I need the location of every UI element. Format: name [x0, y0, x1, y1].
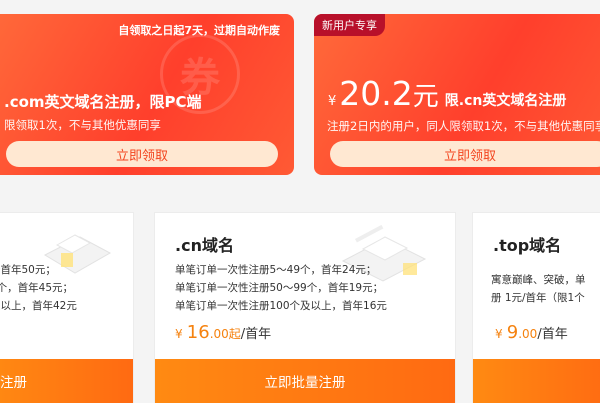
domain-card-cn: .cn域名 单笔订单一次性注册5～49个，首年24元； 单笔订单一次性注册50～… — [155, 213, 455, 403]
price-main: 16 — [186, 322, 210, 343]
coupon-cn: 新用户专享 ¥20.2元 限.cn英文域名注册 注册2日内的用户，同人限领取1次，… — [314, 14, 600, 175]
rule-line: 册 1元/首年（限1个 — [491, 292, 585, 304]
domain-card-top: .top域名 寓意巅峰、突破，单 册 1元/首年（限1个 ¥ 9.00/首年 — [473, 213, 600, 403]
coupon-currency: ¥ — [328, 94, 337, 109]
coupon-title: .com英文域名注册，限PC端 — [4, 93, 202, 111]
card-rules: 寓意巅峰、突破，单 册 1元/首年（限1个 — [491, 271, 586, 307]
bulk-register-button[interactable]: 立即批量注册 — [155, 359, 455, 403]
price-fraction: .00起 — [209, 327, 241, 341]
coupon-title: 限.cn英文域名注册 — [444, 93, 567, 109]
rule-line: 及以上，首年42元 — [0, 300, 77, 312]
card-price: ¥ 9.00/首年 — [495, 322, 568, 343]
coupon-desc: 注册2日内的用户，同人限领取1次，不与其他优惠同享 — [327, 119, 600, 133]
rule-line: 寓意巅峰、突破，单 — [491, 274, 586, 286]
rule-line: 单笔订单一次性注册50～99个，首年19元； — [175, 282, 384, 294]
card-title: .cn域名 — [175, 236, 234, 255]
register-button[interactable]: 注册 — [0, 359, 133, 403]
card-title: .top域名 — [493, 236, 562, 255]
rule-line: 9个，首年45元； — [0, 282, 74, 294]
card-rules: 单笔订单一次性注册5～49个，首年24元； 单笔订单一次性注册50～99个，首年… — [175, 261, 387, 315]
register-button-label: 注册 — [0, 375, 27, 391]
domain-card-partial: 个首年50元； 9个，首年45元； 及以上，首年42元 注册 — [0, 213, 133, 403]
coupon-unit: 元 — [412, 82, 439, 112]
coupon-validity-note: 自领取之日起7天，过期自动作废 — [118, 24, 280, 37]
card-price: ¥ 16.00起/首年 — [175, 322, 271, 343]
claim-button[interactable]: 立即领取 — [6, 141, 278, 167]
coupon-price: ¥20.2元 限.cn英文域名注册 — [328, 74, 566, 113]
new-user-tag: 新用户专享 — [314, 14, 385, 36]
rule-line: 个首年50元； — [0, 264, 56, 276]
coupon-amount: 20.2 — [339, 74, 413, 113]
coupon-desc: 限领取1次，不与其他优惠同享 — [4, 118, 161, 132]
register-button[interactable] — [473, 359, 600, 403]
rule-line: 单笔订单一次性注册100个及以上，首年16元 — [175, 300, 387, 312]
price-main: 9 — [506, 322, 519, 343]
claim-button[interactable]: 立即领取 — [330, 141, 600, 167]
price-symbol: ¥ — [175, 327, 183, 341]
card-rules: 个首年50元； 9个，首年45元； 及以上，首年42元 — [0, 261, 77, 315]
price-unit: /首年 — [240, 327, 272, 342]
price-unit: /首年 — [537, 327, 568, 342]
price-symbol: ¥ — [495, 327, 503, 341]
rule-line: 单笔订单一次性注册5～49个，首年24元； — [175, 264, 377, 276]
price-fraction: .00 — [518, 327, 538, 341]
coupon-com: 券 自领取之日起7天，过期自动作废 .com英文域名注册，限PC端 限领取1次，… — [0, 14, 294, 175]
